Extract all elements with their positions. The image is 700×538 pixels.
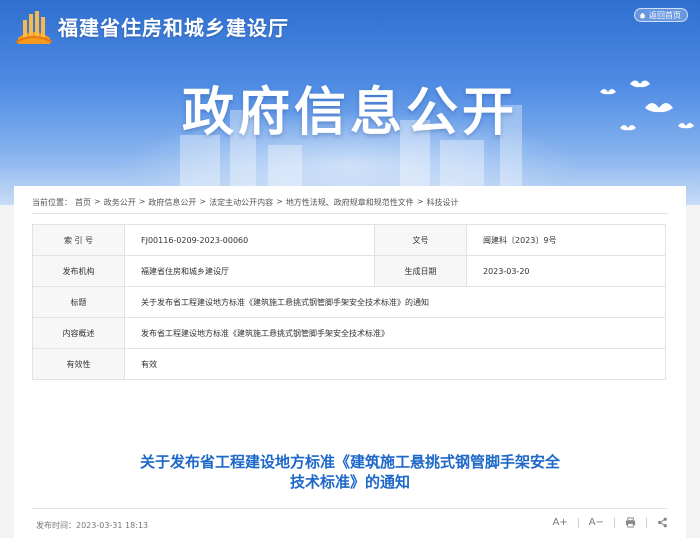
breadcrumb-link[interactable]: 地方性法规、政府规章和规范性文件 — [286, 197, 414, 208]
title-label: 标题 — [32, 286, 125, 318]
date-label: 生成日期 — [374, 255, 467, 287]
breadcrumb-link[interactable]: 法定主动公开内容 — [209, 197, 273, 208]
table-row: 标题 关于发布省工程建设地方标准《建筑施工悬挑式钢管脚手架安全技术标准》的通知 — [32, 286, 666, 318]
breadcrumb-link[interactable]: 首页 — [75, 197, 91, 208]
divider — [614, 517, 615, 528]
share-icon — [658, 517, 667, 528]
validity-value: 有效 — [124, 348, 666, 380]
article-title-line: 关于发布省工程建设地方标准《建筑施工悬挑式钢管脚手架安全 — [139, 453, 560, 471]
back-home-label: 返回首页 — [649, 10, 681, 20]
breadcrumb: 当前位置： 首页 > 政务公开 > 政府信息公开 > 法定主动公开内容 > 地方… — [32, 197, 459, 208]
content-panel: 当前位置： 首页 > 政务公开 > 政府信息公开 > 法定主动公开内容 > 地方… — [14, 186, 686, 538]
article-title-line: 技术标准》的通知 — [289, 473, 410, 491]
divider — [32, 213, 668, 214]
print-button[interactable] — [625, 517, 636, 528]
issuer-value: 福建省住房和城乡建设厅 — [124, 255, 375, 287]
emblem-logo-icon[interactable] — [14, 8, 54, 46]
table-row: 有效性 有效 — [32, 348, 666, 380]
title-value: 关于发布省工程建设地方标准《建筑施工悬挑式钢管脚手架安全技术标准》的通知 — [124, 286, 666, 318]
back-home-button[interactable]: 返回首页 — [634, 8, 688, 22]
index-value: FJ00116-0209-2023-00060 — [124, 224, 375, 256]
summary-label: 内容概述 — [32, 317, 125, 349]
breadcrumb-separator: > — [416, 197, 424, 206]
font-increase-button[interactable]: A+ — [553, 517, 568, 528]
publish-time: 发布时间：2023-03-31 18:13 — [36, 521, 149, 530]
table-row: 发布机构 福建省住房和城乡建设厅 生成日期 2023-03-20 — [32, 255, 666, 287]
table-row: 内容概述 发布省工程建设地方标准《建筑施工悬挑式钢管脚手架安全技术标准》 — [32, 317, 666, 349]
doc-no-label: 文号 — [374, 224, 467, 256]
table-row: 索 引 号 FJ00116-0209-2023-00060 文号 闽建科〔202… — [32, 224, 666, 256]
breadcrumb-link[interactable]: 政务公开 — [104, 197, 136, 208]
breadcrumb-separator: > — [199, 197, 207, 206]
header-banner: 福建省住房和城乡建设厅 返回首页 政府信息公开 — [0, 0, 700, 205]
doves-decoration-icon — [600, 80, 694, 131]
printer-icon — [625, 517, 636, 528]
breadcrumb-separator: > — [138, 197, 146, 206]
breadcrumb-separator: > — [276, 197, 283, 206]
site-title[interactable]: 福建省住房和城乡建设厅 — [58, 12, 289, 41]
document-info-table: 索 引 号 FJ00116-0209-2023-00060 文号 闽建科〔202… — [32, 224, 666, 380]
divider — [646, 517, 647, 528]
home-icon — [639, 12, 646, 18]
index-label: 索 引 号 — [32, 224, 125, 256]
summary-value: 发布省工程建设地方标准《建筑施工悬挑式钢管脚手架安全技术标准》 — [124, 317, 666, 349]
font-decrease-button[interactable]: A− — [589, 517, 604, 528]
divider — [32, 508, 668, 509]
article-tools: A+ A− — [553, 517, 668, 528]
breadcrumb-separator: > — [94, 197, 101, 206]
date-value: 2023-03-20 — [466, 255, 666, 287]
doc-no-value: 闽建科〔2023〕9号 — [466, 224, 666, 256]
share-button[interactable] — [657, 517, 668, 528]
issuer-label: 发布机构 — [32, 255, 125, 287]
article-title: 关于发布省工程建设地方标准《建筑施工悬挑式钢管脚手架安全 技术标准》的通知 — [14, 452, 686, 492]
breadcrumb-link[interactable]: 政府信息公开 — [148, 197, 196, 208]
divider — [577, 517, 579, 528]
validity-label: 有效性 — [32, 348, 125, 380]
breadcrumb-link[interactable]: 科技设计 — [427, 197, 459, 208]
breadcrumb-prefix: 当前位置： — [32, 198, 72, 207]
